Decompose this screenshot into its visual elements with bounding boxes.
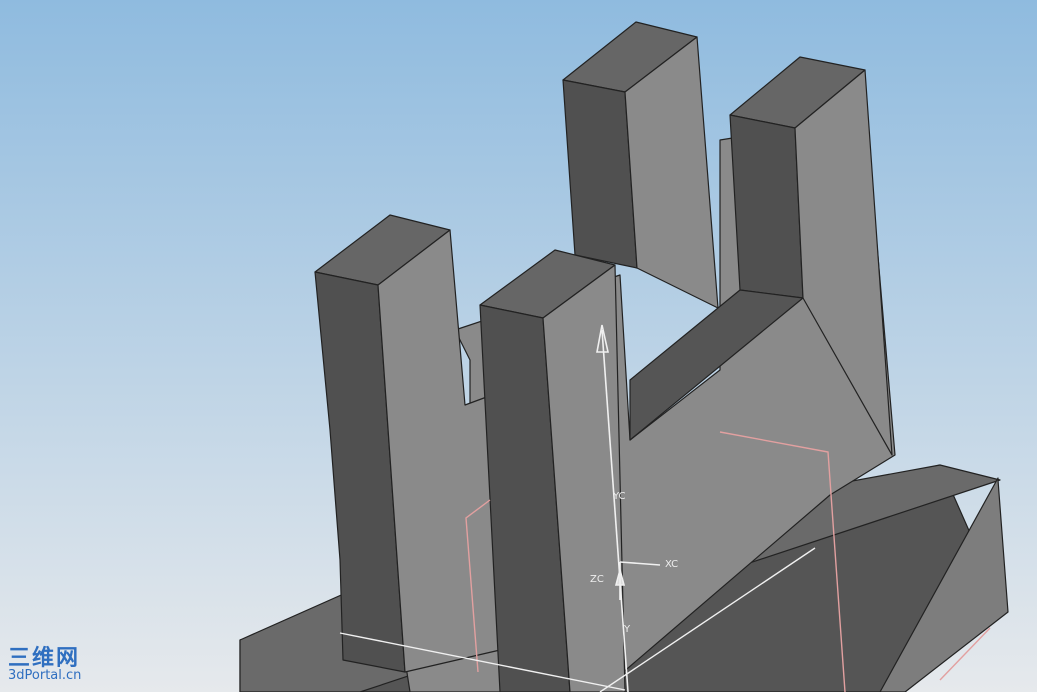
back-tower-2-side: [729, 114, 804, 299]
watermark-site: 3dPortal.cn: [8, 668, 82, 683]
zc-label: ZC: [590, 574, 604, 585]
yc-label: YC: [612, 491, 626, 502]
graphics-viewport[interactable]: YC XC ZC Y: [0, 0, 1037, 693]
xc-label: XC: [665, 559, 678, 570]
model-canvas[interactable]: YC XC ZC Y: [0, 0, 1037, 693]
y-marker-label: Y: [623, 624, 631, 635]
